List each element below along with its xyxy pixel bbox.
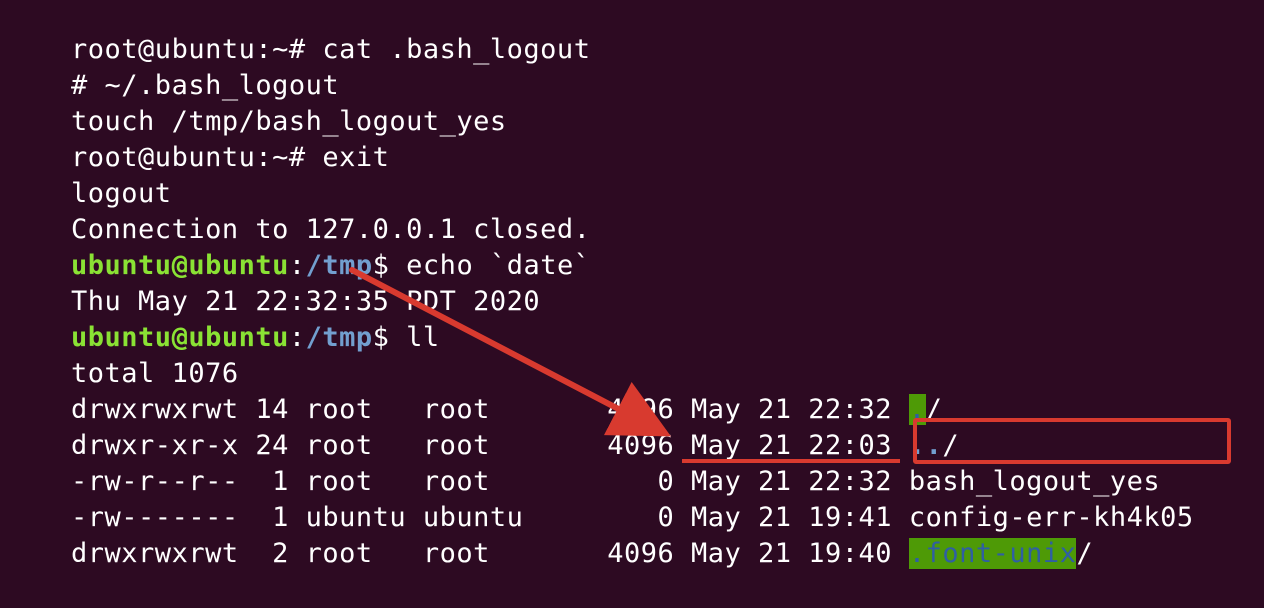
terminal-line: root@ubuntu:~# exit: [4, 104, 389, 173]
listing-row: drwxrwxrwt 14 root root 4096 May 21 22:3…: [4, 356, 942, 425]
prompt-symbol: $: [372, 322, 407, 353]
dir-name: .font-unix: [908, 538, 1077, 569]
dir-suffix: /: [1076, 538, 1094, 569]
terminal-line: logout: [4, 140, 172, 209]
terminal-line: total 1076: [4, 320, 239, 389]
prompt-separator: :: [288, 322, 306, 353]
listing-row: drwxr-xr-x 24 root root 4096 May 21 22:0…: [4, 392, 959, 461]
terminal-line: Thu May 21 22:32:35 PDT 2020: [4, 248, 540, 317]
prompt-path: /tmp: [305, 322, 373, 353]
command-text: ll: [406, 322, 440, 353]
highlight-underline: [682, 459, 900, 463]
listing-row: drwxrwxrwt 2 root root 4096 May 21 19:40…: [4, 500, 1093, 569]
file-meta: drwxrwxrwt 2 root root 4096 May 21 19:40: [71, 538, 909, 569]
terminal-line: Connection to 127.0.0.1 closed.: [4, 176, 590, 245]
terminal-line: touch /tmp/bash_logout_yes: [4, 68, 507, 137]
terminal-window[interactable]: root@ubuntu:~# cat .bash_logout # ~/.bas…: [0, 0, 1264, 569]
listing-row: -rw------- 1 ubuntu ubuntu 0 May 21 19:4…: [4, 464, 1194, 533]
terminal-line: root@ubuntu:~# cat .bash_logout: [4, 0, 590, 65]
highlight-box: [913, 418, 1231, 464]
prompt-line: ubuntu@ubuntu:/tmp$ ll: [4, 284, 440, 353]
terminal-line: # ~/.bash_logout: [4, 32, 339, 101]
prompt-line: ubuntu@ubuntu:/tmp$ echo `date`: [4, 212, 590, 281]
